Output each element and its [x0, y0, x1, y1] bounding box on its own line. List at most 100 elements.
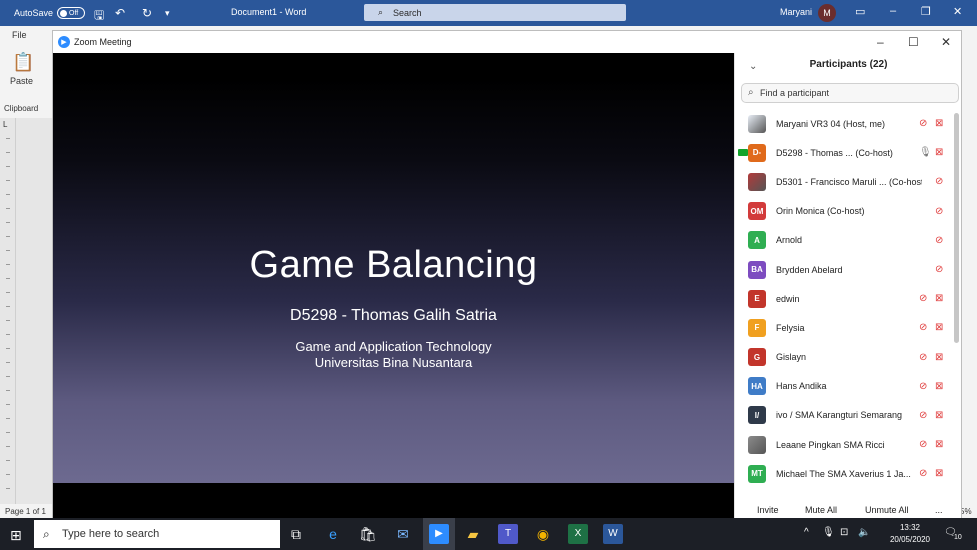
- find-participant-input[interactable]: ⌕ Find a participant: [741, 83, 959, 103]
- ribbon-display-options-icon[interactable]: ▭: [855, 5, 865, 18]
- mic-muted-icon[interactable]: ⊘: [919, 381, 927, 392]
- participant-row[interactable]: G Gislayn ⊘ ⊠: [735, 343, 952, 372]
- participant-avatar: OM: [748, 202, 766, 221]
- more-options-button[interactable]: ...: [931, 504, 947, 516]
- mic-muted-icon[interactable]: ⊘: [919, 352, 927, 363]
- participant-row[interactable]: D- D5298 - Thomas ... (Co-host) 🎙 ⊠: [735, 138, 952, 167]
- excel-icon[interactable]: X: [568, 524, 588, 544]
- user-avatar[interactable]: M: [818, 4, 836, 22]
- mic-muted-icon[interactable]: ⊘: [919, 410, 927, 421]
- microphone-tray-icon[interactable]: 🎙: [822, 527, 835, 538]
- participant-row[interactable]: MT Michael The SMA Xaverius 1 Ja... ⊘ ⊠: [735, 459, 952, 488]
- file-explorer-icon[interactable]: ▰: [463, 524, 483, 544]
- redo-icon[interactable]: ↻: [142, 6, 152, 20]
- save-icon[interactable]: 🖫: [94, 6, 104, 27]
- participant-avatar: MT: [748, 464, 766, 483]
- mic-muted-icon[interactable]: ⊘: [919, 118, 927, 129]
- edge-browser-icon[interactable]: e: [323, 524, 343, 544]
- camera-off-icon[interactable]: ⊠: [935, 352, 943, 363]
- tab-selector[interactable]: L: [3, 120, 7, 129]
- windows-start-icon[interactable]: ⊞: [10, 527, 22, 544]
- camera-off-icon[interactable]: ⊠: [935, 118, 943, 129]
- mic-muted-icon[interactable]: ⊘: [919, 439, 927, 450]
- mute-all-button[interactable]: Mute All: [801, 504, 841, 516]
- mic-muted-icon[interactable]: ⊘: [919, 293, 927, 304]
- user-name[interactable]: Maryani: [780, 7, 812, 17]
- taskbar-search-box[interactable]: ⌕ Type here to search: [34, 520, 280, 548]
- paste-button[interactable]: Paste: [10, 76, 33, 86]
- participants-panel: ⌄ Participants (22) ⌕ Find a participant…: [734, 53, 961, 519]
- mic-muted-icon[interactable]: ⊘: [935, 176, 943, 187]
- participant-row[interactable]: I/ivo / SMA Karangturi Semarang ⊘ ⊠: [735, 401, 952, 430]
- autosave-control[interactable]: AutoSave Off: [14, 7, 86, 19]
- zoom-minimize-icon[interactable]: –: [877, 35, 884, 49]
- close-icon[interactable]: ✕: [953, 5, 962, 18]
- store-icon[interactable]: 🛍: [358, 524, 378, 544]
- clipboard-icon[interactable]: 📋: [12, 52, 34, 73]
- network-icon[interactable]: ⊡: [840, 527, 848, 538]
- camera-off-icon[interactable]: ⊠: [935, 468, 943, 479]
- restore-icon[interactable]: ❐: [921, 5, 931, 18]
- mic-muted-icon[interactable]: ⊘: [935, 235, 943, 246]
- participant-row[interactable]: A Arnold ⊘: [735, 226, 952, 255]
- chrome-icon[interactable]: ◉: [533, 524, 553, 544]
- unmute-all-button[interactable]: Unmute All: [861, 504, 913, 516]
- minimize-icon[interactable]: –: [890, 5, 896, 17]
- word-search-box[interactable]: ⌕ Search: [364, 4, 626, 21]
- search-icon: ⌕: [748, 87, 754, 98]
- slide-org-line-2: Universitas Bina Nusantara: [314, 355, 473, 370]
- mic-muted-icon[interactable]: ⊘: [919, 468, 927, 479]
- participant-avatar: D-: [748, 143, 766, 162]
- volume-icon[interactable]: 🔈: [858, 527, 870, 538]
- autosave-toggle[interactable]: Off: [57, 7, 86, 19]
- mic-icon[interactable]: 🎙: [919, 147, 932, 158]
- participant-list: Maryani VR3 04 (Host, me) ⊘ ⊠ D- D5298 - Tho…: [735, 109, 952, 488]
- word-icon[interactable]: W: [603, 524, 623, 544]
- teams-icon[interactable]: T: [498, 524, 518, 544]
- clock-time: 13:32: [899, 523, 921, 532]
- word-canvas: [16, 118, 52, 504]
- participant-name: D5298 - Thomas ... (Co-host): [776, 147, 893, 158]
- participant-row[interactable]: Eedwin ⊘ ⊠: [735, 284, 952, 313]
- ruler-ticks: [6, 138, 10, 498]
- file-tab[interactable]: File: [12, 30, 27, 40]
- zoom-app-icon[interactable]: ▶: [429, 524, 449, 544]
- mic-muted-icon[interactable]: ⊘: [935, 264, 943, 275]
- zoom-titlebar: ▶ Zoom Meeting – ☐ ✕: [53, 31, 961, 53]
- mail-icon[interactable]: ✉: [393, 524, 413, 544]
- participant-avatar: [748, 435, 766, 454]
- zoom-close-icon[interactable]: ✕: [941, 35, 951, 49]
- participant-row[interactable]: HA Hans Andika ⊘ ⊠: [735, 372, 952, 401]
- camera-off-icon[interactable]: ⊠: [935, 381, 943, 392]
- slide-title: Game Balancing: [249, 244, 538, 286]
- participant-row[interactable]: D5301 - Francisco Maruli ... (Co-host) ⊘: [735, 167, 952, 196]
- participant-name: Arnold: [776, 235, 803, 246]
- taskbar-search-placeholder: Type here to search: [62, 528, 160, 540]
- participant-name: Gislayn: [776, 352, 807, 363]
- participant-row[interactable]: Leaane Pingkan SMA Ricci ⊘ ⊠: [735, 430, 952, 459]
- camera-off-icon[interactable]: ⊠: [935, 439, 943, 450]
- participant-list-scrollbar[interactable]: [954, 113, 959, 343]
- camera-off-icon[interactable]: ⊠: [935, 322, 943, 333]
- tray-expand-icon[interactable]: ^: [804, 527, 809, 538]
- camera-off-icon[interactable]: ⊠: [935, 293, 943, 304]
- participant-name: Brydden Abelard: [776, 264, 843, 275]
- slide-subtitle: D5298 - Thomas Galih Satria: [290, 307, 497, 324]
- mic-muted-icon[interactable]: ⊘: [935, 206, 943, 217]
- slide-org-line-1: Game and Application Technology: [295, 339, 492, 354]
- word-ribbon: File 📋 Paste Clipboard: [0, 26, 52, 118]
- zoom-maximize-icon[interactable]: ☐: [908, 35, 919, 49]
- system-clock[interactable]: 13:32 20/05/2020: [882, 522, 938, 546]
- invite-button[interactable]: Invite: [753, 504, 783, 516]
- participant-row[interactable]: BA Brydden Abelard ⊘: [735, 255, 952, 284]
- zoom-logo-icon: ▶: [58, 36, 70, 48]
- participant-row[interactable]: Maryani VR3 04 (Host, me) ⊘ ⊠: [735, 109, 952, 138]
- undo-icon[interactable]: ↶: [115, 6, 125, 20]
- camera-off-icon[interactable]: ⊠: [935, 147, 943, 158]
- camera-off-icon[interactable]: ⊠: [935, 410, 943, 421]
- customize-quick-access-icon[interactable]: ▾: [165, 8, 170, 19]
- participant-row[interactable]: OM Orin Monica (Co-host) ⊘: [735, 197, 952, 226]
- task-view-icon[interactable]: ⧉: [286, 524, 306, 544]
- participant-row[interactable]: F Felysia ⊘ ⊠: [735, 313, 952, 342]
- mic-muted-icon[interactable]: ⊘: [919, 322, 927, 333]
